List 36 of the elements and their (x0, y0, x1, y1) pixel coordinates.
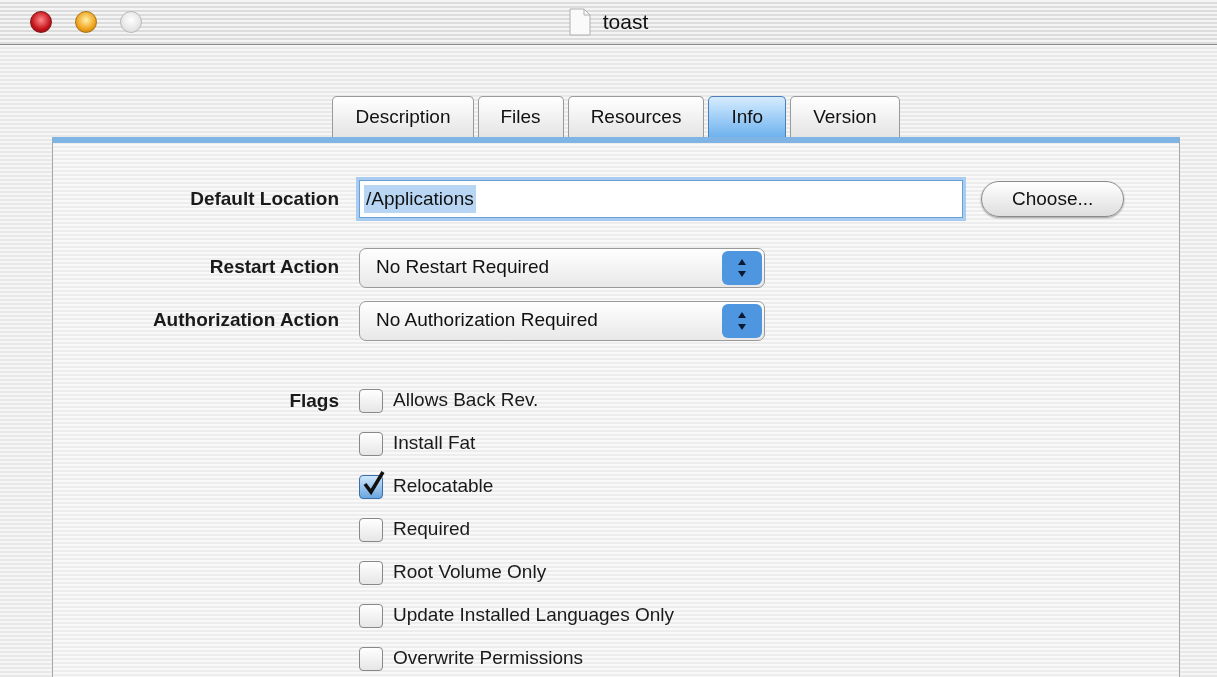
checkbox-label: Overwrite Permissions (393, 646, 584, 671)
checkbox[interactable] (359, 560, 383, 585)
field-value: /Applications (364, 184, 476, 214)
tab[interactable]: Description (332, 96, 474, 137)
zoom-button[interactable] (120, 11, 142, 33)
document-icon (568, 8, 591, 36)
checkbox-label: Install Fat (393, 431, 476, 456)
checkbox-label: Root Volume Only (393, 560, 547, 585)
popup-button[interactable]: No Restart Required (359, 247, 765, 288)
checkbox-label: Relocatable (393, 474, 494, 499)
checkbox-label: Required (393, 517, 471, 542)
choose-button[interactable]: Choose... (981, 181, 1125, 217)
checkmark-icon (362, 469, 386, 496)
window-title: toast (602, 9, 649, 36)
checkbox[interactable] (359, 603, 383, 628)
minimize-button[interactable] (75, 11, 97, 33)
up-down-arrows-icon (722, 303, 762, 338)
checkbox[interactable] (359, 646, 383, 671)
checkbox[interactable] (359, 517, 383, 542)
tab[interactable]: Info (708, 96, 787, 137)
popup-button[interactable]: No Authorization Required (359, 300, 765, 341)
checkbox[interactable] (359, 474, 383, 499)
field-label: Flags (288, 389, 339, 413)
checkbox[interactable] (359, 431, 383, 456)
checkbox-label: Update Installed Languages Only (393, 603, 674, 628)
close-button[interactable] (30, 11, 52, 33)
tab[interactable]: Resources (567, 96, 705, 137)
tab[interactable]: Files (477, 96, 564, 137)
location-field[interactable]: /Applications (359, 180, 963, 218)
tab[interactable]: Version (790, 96, 900, 137)
up-down-arrows-icon (722, 250, 762, 285)
checkbox[interactable] (359, 388, 383, 413)
field-label: Default Location (189, 186, 339, 211)
field-label: Restart Action (208, 255, 339, 280)
checkbox-label: Allows Back Rev. (393, 388, 539, 413)
field-label: Authorization Action (151, 308, 339, 333)
